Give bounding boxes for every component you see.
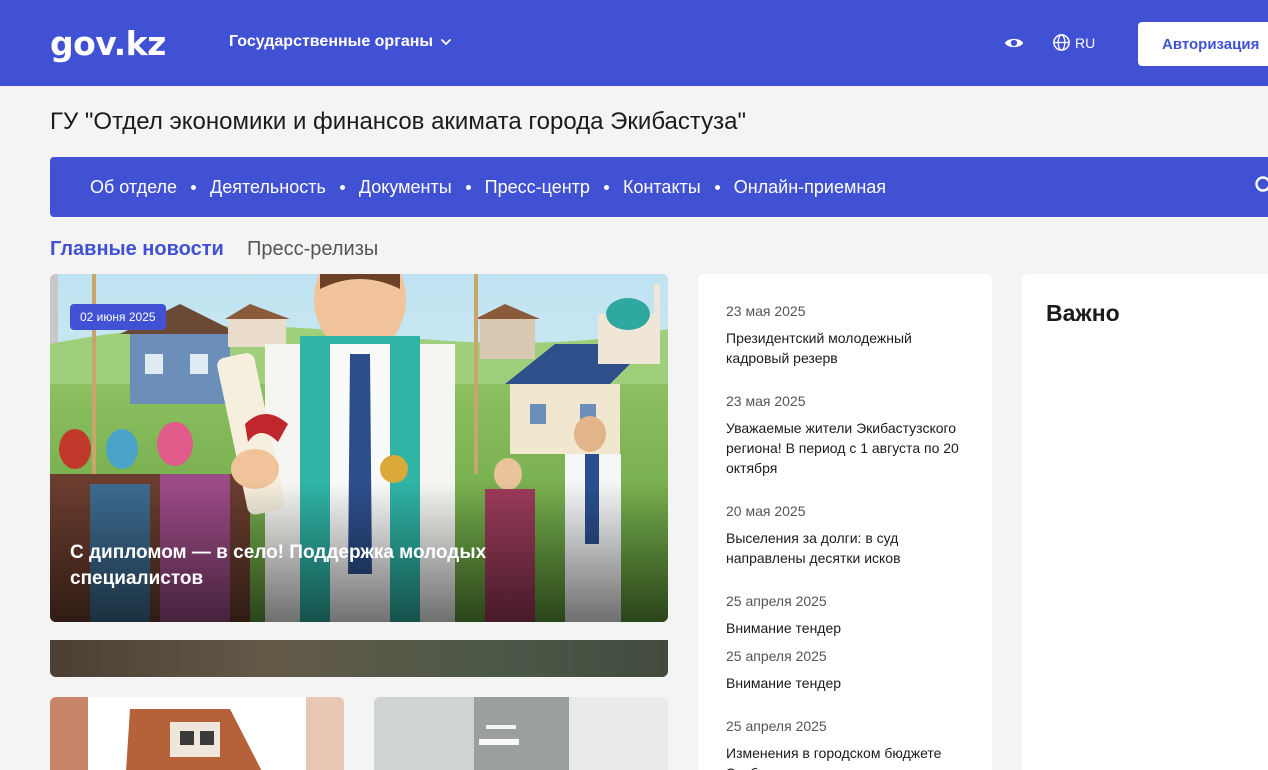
nav-item-press-center[interactable]: Пресс-центр bbox=[485, 177, 590, 198]
list-item[interactable]: 20 мая 2025 Выселения за долги: в суд на… bbox=[726, 502, 976, 568]
news-title[interactable]: Выселения за долги: в суд направлены дес… bbox=[726, 528, 976, 568]
news-title[interactable]: Внимание тендер bbox=[726, 673, 976, 693]
nav-separator bbox=[465, 184, 471, 190]
gov-organs-label: Государственные органы bbox=[229, 33, 434, 50]
nav-separator bbox=[603, 184, 609, 190]
language-switcher[interactable]: RU bbox=[1052, 33, 1095, 52]
featured-news-card[interactable]: 02 июня 2025 С дипломом — в село! Поддер… bbox=[50, 274, 668, 622]
news-title[interactable]: Изменения в городском бюджете Экибастуза bbox=[726, 743, 976, 770]
list-item[interactable]: 25 апреля 2025 Изменения в городском бюд… bbox=[726, 717, 976, 770]
language-label: RU bbox=[1075, 34, 1096, 51]
news-date: 23 мая 2025 bbox=[726, 303, 806, 319]
nav-separator bbox=[191, 184, 197, 190]
house-image bbox=[50, 697, 344, 770]
news-list: 23 мая 2025 Президентский молодежный кад… bbox=[698, 274, 992, 770]
gov-organs-dropdown[interactable]: Государственные органы bbox=[229, 33, 453, 51]
news-date: 20 мая 2025 bbox=[726, 503, 806, 519]
nav-item-contacts[interactable]: Контакты bbox=[623, 177, 701, 198]
search-icon[interactable] bbox=[1254, 175, 1268, 197]
news-title[interactable]: Внимание тендер bbox=[726, 618, 976, 638]
news-date: 25 апреля 2025 bbox=[726, 718, 827, 734]
main-navigation: Об отделе Деятельность Документы Пресс-ц… bbox=[50, 157, 1268, 217]
list-item[interactable]: 25 апреля 2025 Внимание тендер bbox=[726, 647, 976, 693]
chevron-down-icon bbox=[441, 39, 451, 46]
featured-news-title[interactable]: С дипломом — в село! Поддержка молодых с… bbox=[70, 540, 570, 592]
globe-icon bbox=[1053, 34, 1070, 51]
list-item[interactable]: 25 апреля 2025 Внимание тендер bbox=[726, 592, 976, 638]
page-title: ГУ "Отдел экономики и финансов акимата г… bbox=[50, 108, 746, 135]
top-header: gov.kz Государственные органы RU Авториз… bbox=[0, 0, 1268, 86]
list-item[interactable]: 23 мая 2025 Уважаемые жители Экибастузск… bbox=[726, 392, 976, 478]
news-date: 25 апреля 2025 bbox=[726, 593, 827, 609]
interior-image bbox=[374, 697, 668, 770]
nav-item-documents[interactable]: Документы bbox=[359, 177, 452, 198]
eye-icon[interactable] bbox=[1003, 32, 1025, 54]
tab-press-releases[interactable]: Пресс-релизы bbox=[247, 238, 378, 261]
news-card-image-interior[interactable] bbox=[374, 697, 668, 770]
news-title[interactable]: Президентский молодежный кадровый резерв bbox=[726, 328, 976, 368]
gov-kz-logo[interactable]: gov.kz bbox=[50, 24, 166, 63]
nav-separator bbox=[339, 184, 345, 190]
news-date: 23 мая 2025 bbox=[726, 393, 806, 409]
nav-item-activity[interactable]: Деятельность bbox=[210, 177, 326, 198]
nav-item-about[interactable]: Об отделе bbox=[90, 177, 177, 198]
featured-next-slide[interactable] bbox=[50, 640, 668, 677]
nav-item-online-reception[interactable]: Онлайн-приемная bbox=[734, 177, 886, 198]
important-heading: Важно bbox=[1046, 300, 1120, 326]
news-date: 25 апреля 2025 bbox=[726, 648, 827, 664]
news-title[interactable]: Уважаемые жители Экибастузского региона!… bbox=[726, 418, 976, 478]
featured-date-badge: 02 июня 2025 bbox=[70, 304, 166, 330]
important-panel: Важно bbox=[1022, 274, 1268, 770]
news-card-image-house[interactable] bbox=[50, 697, 344, 770]
list-item[interactable]: 23 мая 2025 Президентский молодежный кад… bbox=[726, 302, 976, 368]
auth-button[interactable]: Авторизация bbox=[1138, 22, 1268, 66]
nav-separator bbox=[714, 184, 720, 190]
tab-main-news[interactable]: Главные новости bbox=[50, 238, 224, 261]
